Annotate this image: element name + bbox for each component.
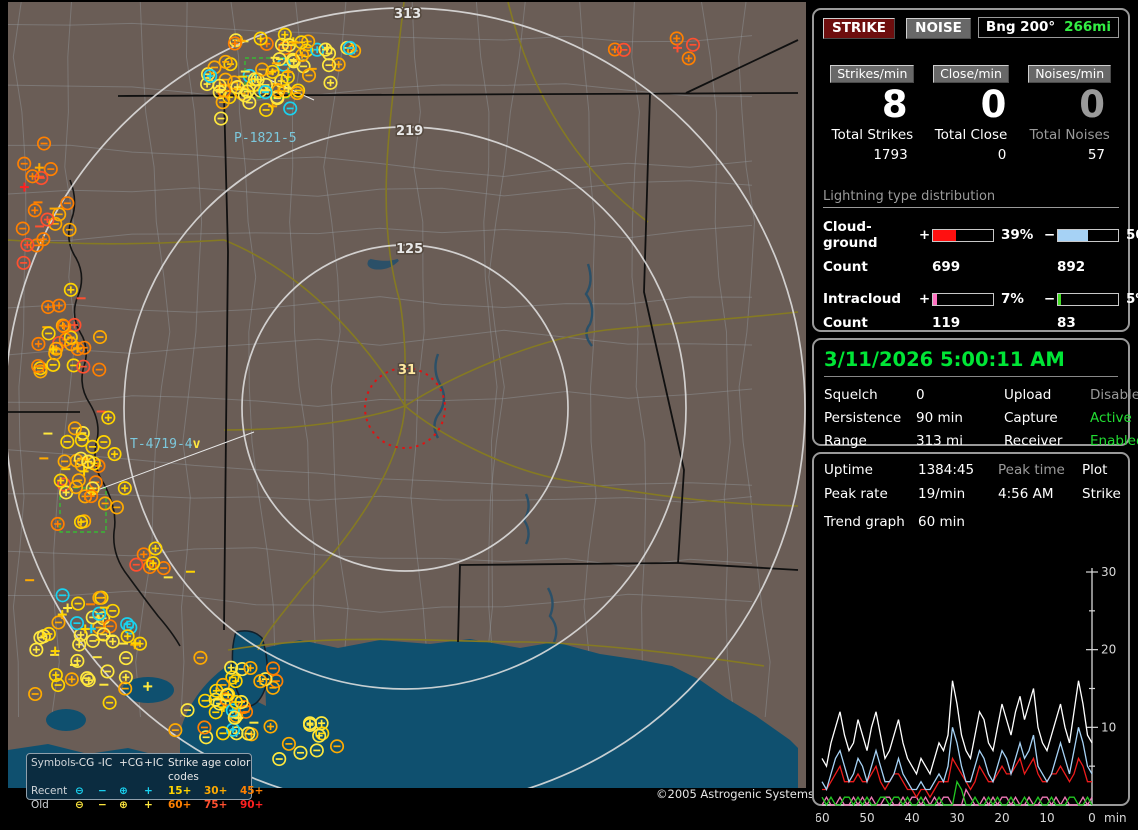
total-strikes-label: Total Strikes xyxy=(831,127,914,143)
svg-text:313: 313 xyxy=(394,7,421,22)
svg-text:40: 40 xyxy=(904,811,919,825)
map-legend: Symbols -CG -IC +CG +IC Strike age color… xyxy=(26,753,263,811)
stats-panel: Uptime 1384:45 Peak time Plot Peak rate … xyxy=(812,452,1130,825)
total-noises-label: Total Noises xyxy=(1029,127,1110,143)
cg-positive-count: 699 xyxy=(932,259,961,275)
ic-neg-old-icon: − xyxy=(98,799,107,811)
uptime-value: 1384:45 xyxy=(918,462,975,478)
persistence-label: Persistence xyxy=(824,410,902,426)
cg-neg-old-icon: ⊖ xyxy=(75,799,84,811)
receiver-label: Receiver xyxy=(1004,433,1063,449)
distribution-title: Lightning type distribution xyxy=(823,189,1119,208)
squelch-value: 0 xyxy=(916,387,925,403)
ic-positive-bar xyxy=(932,292,994,306)
svg-text:31: 31 xyxy=(398,363,416,378)
legend-symbols-label: Symbols xyxy=(31,757,76,769)
upload-status: Disabled xyxy=(1090,387,1138,403)
counters-panel: STRIKE NOISE Bng 200° 266mi Strikes/min 8… xyxy=(812,8,1138,332)
trend-graph-chart: 10 20 30 60 50 40 30 20 10 0 min xyxy=(816,565,1127,825)
cell-label-p1821: P-1821-5 xyxy=(234,131,297,146)
persistence-value: 90 min xyxy=(916,410,963,426)
svg-text:60: 60 xyxy=(816,811,830,825)
peakrate-label: Peak rate xyxy=(824,486,888,502)
cg-neg-recent-icon: ⊖ xyxy=(75,785,84,797)
cg-positive-percent: 39% xyxy=(1001,227,1034,243)
total-close-label: Total Close xyxy=(934,127,1008,143)
noises-rate-value: 0 xyxy=(1079,83,1106,126)
svg-text:30: 30 xyxy=(949,811,964,825)
cg-positive-bar xyxy=(932,228,994,242)
ic-negative-percent: 5% xyxy=(1126,291,1138,307)
svg-text:20: 20 xyxy=(994,811,1009,825)
bearing-display: Bng 200° 266mi xyxy=(977,17,1119,38)
svg-text:0: 0 xyxy=(1088,811,1096,825)
cg-negative-percent: 50% xyxy=(1126,227,1138,243)
svg-text:219: 219 xyxy=(396,124,423,139)
total-close-value: 0 xyxy=(997,147,1007,163)
cg-pos-old-icon: ⊕ xyxy=(119,799,128,811)
plot-label: Plot xyxy=(1082,462,1108,478)
total-noises-value: 57 xyxy=(1087,147,1106,163)
svg-text:20: 20 xyxy=(1101,643,1116,657)
cloud-ground-counts: Count 699 892 xyxy=(823,259,1119,275)
cg-pos-recent-icon: ⊕ xyxy=(119,785,128,797)
svg-text:30: 30 xyxy=(1101,565,1116,579)
svg-text:min: min xyxy=(1104,811,1127,825)
datetime-display: 3/11/2026 5:00:11 AM xyxy=(824,346,1118,377)
intracloud-counts: Count 119 83 xyxy=(823,315,1119,331)
cg-negative-count: 892 xyxy=(1057,259,1086,275)
strikes-rate-value: 8 xyxy=(881,83,908,126)
age-codes-title: Strike age color codes xyxy=(168,757,251,783)
status-panel: 3/11/2026 5:00:11 AM Squelch 0 Upload Di… xyxy=(812,338,1138,449)
capture-label: Capture xyxy=(1004,410,1058,426)
intracloud-label: Intracloud xyxy=(823,291,902,307)
peaktime-label: Peak time xyxy=(998,462,1065,478)
close-rate-value: 0 xyxy=(980,83,1007,126)
cell-direction-marker: v xyxy=(193,437,201,452)
trend-graph-value: 60 min xyxy=(918,514,965,530)
trend-graph-label: Trend graph xyxy=(824,514,905,530)
ic-positive-percent: 7% xyxy=(1001,291,1024,307)
plot-value: Strike xyxy=(1082,486,1121,502)
svg-text:50: 50 xyxy=(859,811,874,825)
cg-negative-bar xyxy=(1057,228,1119,242)
squelch-label: Squelch xyxy=(824,387,878,403)
peakrate-value: 19/min xyxy=(918,486,966,502)
close-per-min-button[interactable]: Close/min xyxy=(933,65,1009,83)
range-value: 313 mi xyxy=(916,433,963,449)
cell-label-t4719: T-4719-4v xyxy=(130,437,201,452)
uptime-label: Uptime xyxy=(824,462,873,478)
svg-text:10: 10 xyxy=(1039,811,1054,825)
copyright-text: ©2005 Astrogenic Systems xyxy=(656,787,815,801)
cloud-ground-label: Cloud-ground xyxy=(823,219,878,251)
noises-per-min-button[interactable]: Noises/min xyxy=(1028,65,1112,83)
ic-neg-recent-icon: − xyxy=(98,785,107,797)
bearing-distance: 266mi xyxy=(1064,19,1111,35)
noise-indicator-button[interactable]: NOISE xyxy=(906,18,971,39)
svg-text:10: 10 xyxy=(1101,720,1116,734)
strike-indicator-button[interactable]: STRIKE xyxy=(823,18,896,39)
ic-pos-recent-icon: + xyxy=(144,785,153,797)
rate-columns: Strikes/min 8 Total Strikes 1793 Close/m… xyxy=(823,63,1119,163)
svg-text:125: 125 xyxy=(396,242,423,257)
cloud-ground-row: Cloud-ground + 39% − 50% xyxy=(823,219,1138,251)
ic-negative-bar xyxy=(1057,292,1119,306)
peaktime-value: 4:56 AM xyxy=(998,486,1054,502)
intracloud-row: Intracloud + 7% − 5% xyxy=(823,291,1138,307)
strikes-per-min-button[interactable]: Strikes/min xyxy=(830,65,915,83)
upload-label: Upload xyxy=(1004,387,1052,403)
ic-negative-count: 83 xyxy=(1057,315,1076,331)
map-canvas: 313 219 125 31 P-1821-5 T-4719-4v xyxy=(8,2,806,788)
range-label: Range xyxy=(824,433,867,449)
total-strikes-value: 1793 xyxy=(873,147,908,163)
receiver-status: Enabled xyxy=(1090,433,1138,449)
ic-pos-old-icon: + xyxy=(144,799,153,811)
ic-positive-count: 119 xyxy=(932,315,961,331)
lightning-map[interactable]: 313 219 125 31 P-1821-5 T-4719-4v xyxy=(8,2,806,788)
capture-status: Active xyxy=(1090,410,1132,426)
